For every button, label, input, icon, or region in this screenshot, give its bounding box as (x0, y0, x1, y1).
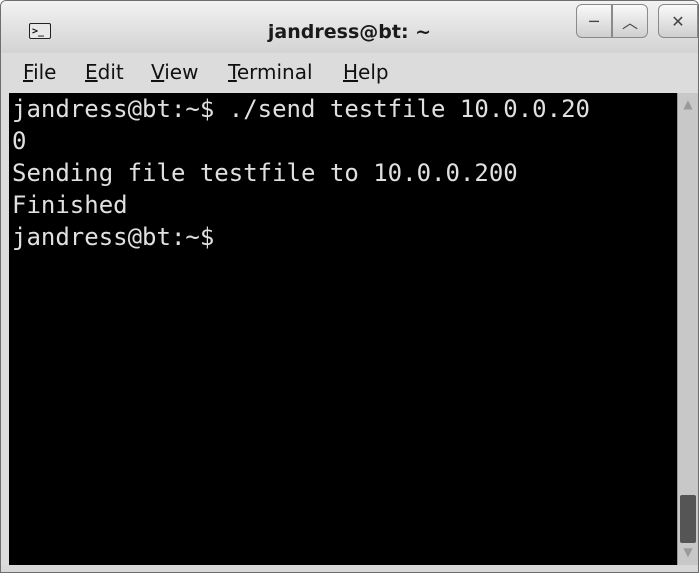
minimize-button[interactable]: ─ (576, 4, 612, 38)
maximize-icon: ︿ (621, 13, 638, 32)
scrollbar-thumb[interactable] (680, 495, 696, 543)
close-button[interactable]: ✕ (658, 4, 698, 38)
vertical-scrollbar[interactable]: ▲ ▼ (677, 93, 698, 565)
menu-help[interactable]: Help (343, 60, 389, 84)
menu-edit[interactable]: Edit (85, 60, 124, 84)
scroll-up-arrow-icon[interactable]: ▲ (681, 97, 695, 111)
terminal-line: 0 (12, 127, 27, 155)
title-bar[interactable]: >_ jandress@bt: ~ ─ ︿ ✕ (1, 1, 698, 53)
maximize-button[interactable]: ︿ (612, 4, 648, 38)
close-icon: ✕ (671, 11, 685, 31)
menu-bar: File Edit View Terminal Help (1, 53, 698, 93)
window-bottom-border (1, 565, 698, 572)
terminal-line: jandress@bt:~$ ./send testfile 10.0.0.20 (12, 95, 590, 123)
terminal-prompt: jandress@bt:~$ (12, 223, 215, 251)
minimize-icon: ─ (589, 11, 599, 31)
scroll-down-arrow-icon[interactable]: ▼ (681, 545, 695, 559)
terminal-line: Sending file testfile to 10.0.0.200 (12, 159, 518, 187)
menu-view[interactable]: View (151, 60, 198, 84)
terminal-line: Finished (12, 191, 128, 219)
menu-file[interactable]: File (23, 60, 56, 84)
terminal-output[interactable]: jandress@bt:~$ ./send testfile 10.0.0.20… (9, 93, 677, 565)
terminal-window: >_ jandress@bt: ~ ─ ︿ ✕ File Edit View T… (0, 0, 699, 573)
menu-terminal[interactable]: Terminal (228, 60, 313, 84)
